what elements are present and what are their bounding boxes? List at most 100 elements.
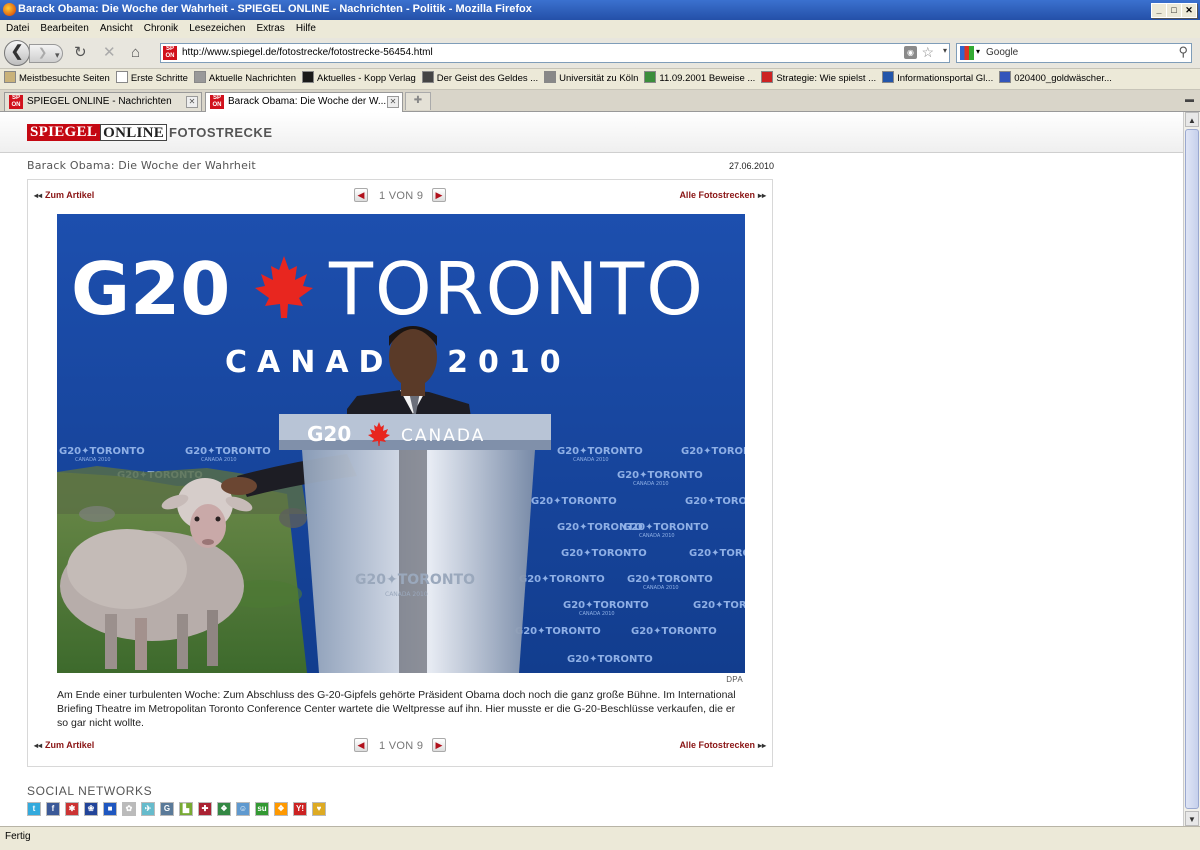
logo-spiegel-text: SPIEGEL (27, 124, 101, 141)
backdrop-small-logo: CANADA 2010 (639, 533, 675, 539)
scrollbar-thumb[interactable] (1185, 129, 1199, 809)
menu-bearbeiten[interactable]: Bearbeiten (40, 20, 88, 38)
firefox-icon (3, 3, 16, 16)
page-counter: 1 VON 9 (379, 740, 424, 752)
bookmark-label: Der Geist des Geldes ... (436, 73, 539, 84)
bookmark-item[interactable]: 020400_goldwäscher... (999, 69, 1112, 89)
stop-icon[interactable]: ✕ (103, 44, 116, 62)
bookmark-item[interactable]: 11.09.2001 Beweise ... (644, 69, 755, 89)
all-galleries-link[interactable]: Alle Fotostrecken ▸▸ (679, 740, 766, 750)
bookmark-label: Meistbesuchte Seiten (19, 73, 110, 84)
favorites-icon[interactable]: ♥ (312, 802, 326, 816)
backdrop-logo: G20✦TORONTO (681, 446, 745, 457)
back-button[interactable]: ❮ (4, 40, 30, 66)
engine-dropdown-icon[interactable]: ▾ (976, 47, 980, 56)
back-to-article-link[interactable]: ◂◂ Zum Artikel (34, 190, 94, 200)
backdrop-logo: G20✦TORONTO (561, 548, 647, 559)
maximize-button[interactable]: □ (1166, 3, 1182, 18)
scroll-down-icon[interactable]: ▼ (1185, 811, 1199, 826)
backdrop-small-logo: CANADA 2010 (643, 585, 679, 591)
reddit-icon[interactable]: ☺ (236, 802, 250, 816)
vertical-scrollbar[interactable]: ▲ ▼ (1183, 112, 1200, 826)
bookmark-star-icon[interactable]: ☆ (921, 44, 934, 61)
backdrop-logo: G20✦TORONTO (627, 574, 713, 585)
menu-datei[interactable]: Datei (6, 20, 29, 38)
delicious-icon[interactable]: ■ (103, 802, 117, 816)
menu-hilfe[interactable]: Hilfe (296, 20, 316, 38)
bookmark-item[interactable]: Aktuelle Nachrichten (193, 69, 296, 89)
menu-chronik[interactable]: Chronik (144, 20, 178, 38)
next-photo-button[interactable]: ▶ (432, 738, 446, 752)
tab-barack-obama[interactable]: SP ON Barack Obama: Die Woche der W... ✕ (205, 92, 403, 112)
search-bar[interactable]: ▾ Google ⚲ (956, 43, 1192, 63)
tab-spiegel-nachrichten[interactable]: SP ON SPIEGEL ONLINE - Nachrichten ✕ (4, 92, 202, 111)
close-tab-icon[interactable]: ✕ (387, 96, 399, 108)
camera-icon (421, 71, 434, 83)
logo-online-text: ONLINE (100, 124, 168, 141)
portal-icon (882, 71, 895, 83)
bookmark-item[interactable]: Strategie: Wie spielst ... (761, 69, 876, 89)
back-to-article-link[interactable]: ◂◂ Zum Artikel (34, 740, 94, 750)
rss-icon[interactable]: ◉ (904, 46, 917, 59)
studivz-icon[interactable]: ✱ (65, 802, 79, 816)
scroll-up-icon[interactable]: ▲ (1185, 112, 1199, 127)
google-engine-icon[interactable] (960, 46, 974, 60)
close-tab-icon[interactable]: ✕ (186, 96, 198, 108)
photo-gallery: ◂◂ Zum Artikel ◀ 1 VON 9 ▶ Alle Fotostrec… (27, 179, 773, 767)
google-bookmark-icon[interactable]: G (160, 802, 174, 816)
menu-lesezeichen[interactable]: Lesezeichen (189, 20, 245, 38)
yahoo-icon[interactable]: Y! (293, 802, 307, 816)
bookmark-label: Strategie: Wie spielst ... (776, 73, 877, 84)
menu-ansicht[interactable]: Ansicht (100, 20, 133, 38)
all-galleries-link[interactable]: Alle Fotostrecken ▸▸ (679, 190, 766, 200)
photo-illustration: G20 TORONTO CANADA 2010 G20✦TORONTO G20✦… (57, 214, 745, 673)
url-dropdown-icon[interactable]: ▾ (943, 46, 947, 55)
google-icon (644, 71, 657, 83)
globe-icon (544, 71, 557, 83)
spiegel-online-logo[interactable]: SPIEGEL ONLINE (27, 124, 168, 141)
webnews-icon[interactable]: ✈ (141, 802, 155, 816)
navigation-toolbar: ❮ ❯ ▾ ↻ ✕ ⌂ SP ON http://www.spiegel.de/f… (0, 38, 1200, 69)
search-icon[interactable]: ⚲ (1178, 44, 1188, 60)
backdrop-logo: G20✦TORONTO (623, 522, 709, 533)
close-window-button[interactable]: ✕ (1181, 3, 1197, 18)
percent-icon (761, 71, 774, 83)
gallery-photo[interactable]: G20 TORONTO CANADA 2010 G20✦TORONTO G20✦… (57, 214, 745, 673)
twitter-icon[interactable]: t (27, 802, 41, 816)
address-bar[interactable]: SP ON http://www.spiegel.de/fotostrecke/f… (160, 43, 950, 63)
new-tab-button[interactable]: ✚ (405, 92, 431, 110)
myspace-icon[interactable]: ❀ (84, 802, 98, 816)
prev-photo-button[interactable]: ◀ (354, 738, 368, 752)
backdrop-logo: G20✦TORONTO (617, 470, 703, 481)
gallery-nav-bottom: ◂◂ Zum Artikel ◀ 1 VON 9 ▶ Alle Fotostrec… (28, 738, 772, 754)
gallery-date: 27.06.2010 (728, 161, 774, 171)
tab-list-icon[interactable]: ▬ (1185, 94, 1194, 104)
reload-icon[interactable]: ↻ (74, 44, 87, 62)
gallery-header: Barack Obama: Die Woche der Wahrheit 27.… (27, 159, 774, 172)
social-icons-row: t f ✱ ❀ ■ ✿ ✈ G ▙ ✚ ❖ ☺ su ❖ Y! ♥ (27, 802, 331, 816)
address-url[interactable]: http://www.spiegel.de/fotostrecke/fotost… (182, 47, 433, 58)
bookmark-item[interactable]: Der Geist des Geldes ... (421, 69, 539, 89)
home-icon[interactable]: ⌂ (131, 44, 140, 62)
next-photo-button[interactable]: ▶ (432, 188, 446, 202)
prev-photo-button[interactable]: ◀ (354, 188, 368, 202)
yigg-icon[interactable]: ▙ (179, 802, 193, 816)
history-dropdown-icon[interactable]: ▾ (55, 46, 60, 64)
bookmark-item[interactable]: Informationsportal Gl... (882, 69, 993, 89)
social-networks-heading: SOCIAL NETWORKS (27, 784, 153, 798)
windows-live-icon[interactable]: ❖ (274, 802, 288, 816)
search-input[interactable]: Google (986, 47, 1018, 58)
bookmark-item[interactable]: Aktuelles - Kopp Verlag (302, 69, 416, 89)
minimize-button[interactable]: _ (1151, 3, 1167, 18)
linkarena-icon[interactable]: ✚ (198, 802, 212, 816)
facebook-icon[interactable]: f (46, 802, 60, 816)
bookmark-item[interactable]: Meistbesuchte Seiten (4, 69, 110, 89)
bookmark-item[interactable]: Universität zu Köln (544, 69, 638, 89)
menu-extras[interactable]: Extras (256, 20, 284, 38)
bookmark-label: 11.09.2001 Beweise ... (659, 73, 756, 84)
mrwong-icon[interactable]: ✿ (122, 802, 136, 816)
back-link-label: Zum Artikel (45, 740, 95, 750)
bookmark-item[interactable]: Erste Schritte (115, 69, 188, 89)
folkd-icon[interactable]: ❖ (217, 802, 231, 816)
stumbleupon-icon[interactable]: su (255, 802, 269, 816)
